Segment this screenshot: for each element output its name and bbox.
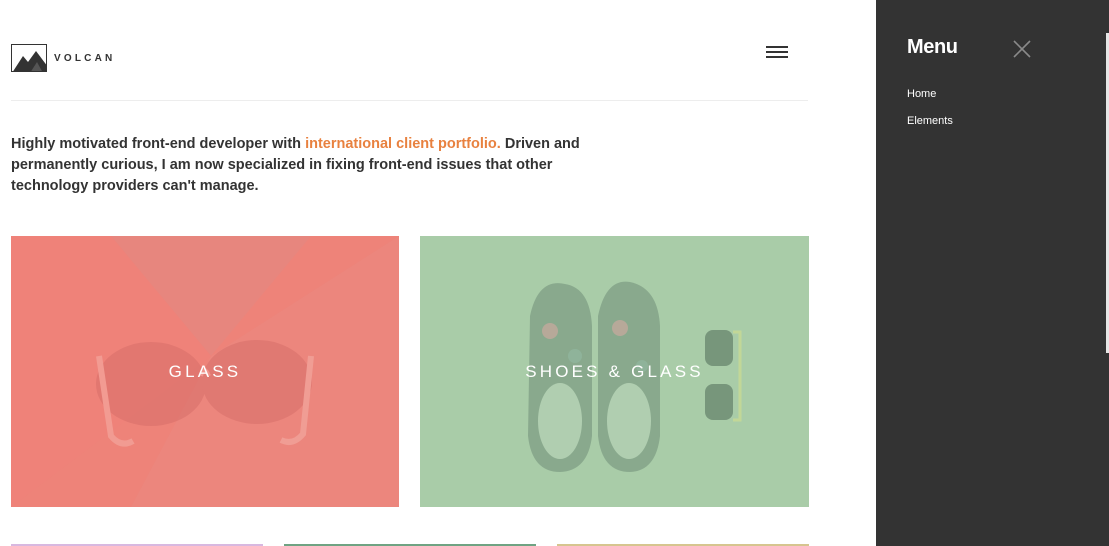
header-divider bbox=[11, 100, 808, 101]
intro-highlight: international client portfolio. bbox=[305, 136, 501, 152]
menu-item-elements[interactable]: Elements bbox=[907, 114, 953, 141]
close-icon[interactable] bbox=[1012, 39, 1032, 59]
intro-text-start: Highly motivated front-end developer wit… bbox=[11, 136, 306, 152]
tile-label-glass: GLASS bbox=[168, 362, 242, 381]
menu-item-home[interactable]: Home bbox=[907, 87, 953, 114]
menu-title: Menu bbox=[907, 36, 958, 58]
brand-name: VOLCAN bbox=[54, 52, 116, 64]
page: VOLCAN Highly motivated front-end develo… bbox=[0, 0, 1109, 546]
brand-logo[interactable]: VOLCAN bbox=[11, 44, 115, 72]
side-menu-panel: Menu Home Elements bbox=[876, 0, 1109, 546]
tile-label-shoes-glass: SHOES & GLASS bbox=[525, 362, 704, 381]
intro-text: Highly motivated front-end developer wit… bbox=[11, 134, 611, 197]
menu-list: Home Elements bbox=[907, 87, 953, 141]
mountain-logo-icon bbox=[11, 44, 47, 72]
portfolio-tile-shoes-glass[interactable]: SHOES & GLASS bbox=[420, 236, 809, 507]
hamburger-icon[interactable] bbox=[766, 45, 788, 59]
portfolio-tile-glass[interactable]: GLASS bbox=[11, 236, 399, 507]
